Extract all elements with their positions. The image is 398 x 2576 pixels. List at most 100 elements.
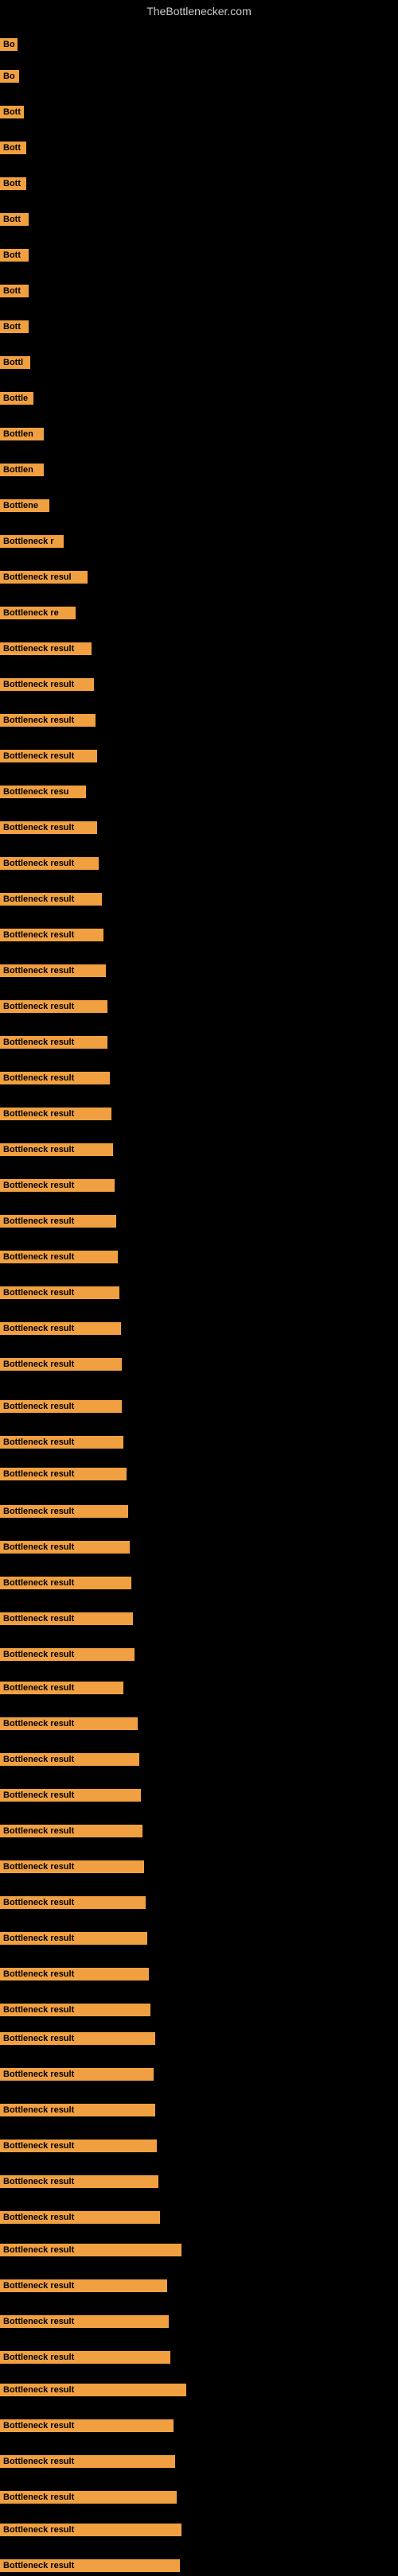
- bottleneck-item: Bottleneck result: [0, 642, 92, 659]
- bottleneck-label: Bottleneck result: [0, 929, 103, 941]
- bottleneck-label: Bottleneck result: [0, 1860, 144, 1873]
- bottleneck-label: Bo: [0, 38, 18, 51]
- bottleneck-label: Bottleneck result: [0, 1000, 107, 1013]
- bottleneck-item: Bottleneck result: [0, 1648, 135, 1665]
- bottleneck-label: Bott: [0, 106, 24, 118]
- bottleneck-label: Bott: [0, 249, 29, 262]
- bottleneck-item: Bottleneck result: [0, 1108, 111, 1124]
- bottleneck-item: Bottleneck result: [0, 2279, 167, 2296]
- bottleneck-label: Bottleneck result: [0, 2004, 150, 2016]
- bottleneck-item: Bottleneck result: [0, 2559, 180, 2576]
- bottleneck-item: Bottleneck result: [0, 1896, 146, 1913]
- bottleneck-item: Bottleneck result: [0, 2384, 186, 2400]
- bottleneck-item: Bottleneck result: [0, 1251, 118, 1267]
- bottleneck-label: Bottleneck result: [0, 750, 97, 762]
- bottleneck-label: Bottleneck result: [0, 1179, 115, 1192]
- bottleneck-item: Bottleneck result: [0, 964, 106, 981]
- bottleneck-item: Bottleneck result: [0, 2455, 175, 2472]
- bottleneck-label: Bottl: [0, 356, 30, 369]
- bottleneck-item: Bottleneck result: [0, 1612, 133, 1629]
- bottleneck-item: Bottleneck result: [0, 2491, 177, 2508]
- bottleneck-label: Bottleneck resul: [0, 571, 88, 584]
- bottleneck-item: Bottleneck result: [0, 1968, 149, 1984]
- bottleneck-label: Bottleneck result: [0, 1682, 123, 1694]
- bottleneck-label: Bottleneck result: [0, 1436, 123, 1449]
- bottleneck-label: Bottleneck result: [0, 1358, 122, 1371]
- bottleneck-item: Bottleneck result: [0, 2032, 155, 2049]
- bottleneck-item: Bottleneck result: [0, 678, 94, 695]
- bottleneck-item: Bottleneck result: [0, 1505, 128, 1522]
- bottleneck-label: Bottleneck result: [0, 1789, 141, 1802]
- bottleneck-item: Bottleneck result: [0, 821, 97, 838]
- bottleneck-label: Bottleneck result: [0, 1932, 147, 1945]
- bottleneck-item: Bottleneck result: [0, 1436, 123, 1453]
- bottleneck-item: Bottleneck result: [0, 2419, 174, 2436]
- bottleneck-item: Bottleneck result: [0, 1932, 147, 1949]
- bottleneck-item: Bottleneck result: [0, 1789, 141, 1806]
- bottleneck-label: Bottlen: [0, 428, 44, 440]
- bottleneck-item: Bottleneck re: [0, 607, 76, 623]
- bottleneck-item: Bottleneck result: [0, 2004, 150, 2020]
- bottleneck-label: Bottleneck result: [0, 1505, 128, 1518]
- bottleneck-label: Bottleneck result: [0, 1322, 121, 1335]
- bottleneck-item: Bottleneck result: [0, 2140, 157, 2156]
- bottleneck-item: Bottleneck result: [0, 750, 97, 766]
- bottleneck-label: Bottleneck result: [0, 1215, 116, 1228]
- bottleneck-item: Bottleneck result: [0, 893, 102, 910]
- bottleneck-label: Bottleneck result: [0, 1896, 146, 1909]
- bottleneck-label: Bottlen: [0, 464, 44, 476]
- bottleneck-item: Bottleneck result: [0, 1286, 119, 1303]
- bottleneck-item: Bott: [0, 249, 29, 266]
- bottleneck-label: Bott: [0, 177, 26, 190]
- bottleneck-label: Bottleneck result: [0, 1825, 142, 1837]
- bottleneck-item: Bo: [0, 70, 19, 87]
- bottleneck-item: Bott: [0, 106, 24, 122]
- bottleneck-item: Bottlen: [0, 464, 44, 480]
- bottleneck-label: Bottleneck resu: [0, 786, 86, 798]
- bottleneck-item: Bottleneck result: [0, 2211, 160, 2228]
- bottleneck-item: Bottleneck result: [0, 1179, 115, 1196]
- bottleneck-label: Bottleneck result: [0, 1400, 122, 1413]
- bottleneck-item: Bottleneck result: [0, 2068, 154, 2085]
- bottleneck-label: Bottleneck result: [0, 893, 102, 906]
- bottleneck-item: Bott: [0, 320, 29, 337]
- bottleneck-label: Bottleneck result: [0, 2104, 155, 2116]
- bottleneck-label: Bottleneck result: [0, 1753, 139, 1766]
- bottleneck-item: Bottleneck result: [0, 1825, 142, 1841]
- bottleneck-label: Bottleneck result: [0, 821, 97, 834]
- bottleneck-item: Bottleneck result: [0, 1215, 116, 1232]
- bottleneck-label: Bottleneck result: [0, 1143, 113, 1156]
- bottleneck-label: Bottleneck result: [0, 1612, 133, 1625]
- bottleneck-label: Bottleneck result: [0, 714, 96, 727]
- bottleneck-label: Bottleneck result: [0, 2384, 186, 2396]
- bottleneck-label: Bott: [0, 142, 26, 154]
- bottleneck-item: Bottleneck result: [0, 1358, 122, 1375]
- bottleneck-item: Bottleneck result: [0, 1577, 131, 1593]
- bottleneck-item: Bottleneck r: [0, 535, 64, 552]
- bottleneck-item: Bott: [0, 142, 26, 158]
- site-title: TheBottlenecker.com: [0, 0, 398, 21]
- bottleneck-item: Bottleneck result: [0, 2244, 181, 2260]
- bottleneck-label: Bottleneck result: [0, 857, 99, 870]
- bottleneck-item: Bottle: [0, 392, 33, 409]
- bottleneck-item: Bottleneck result: [0, 1400, 122, 1417]
- bottleneck-item: Bottleneck result: [0, 2351, 170, 2368]
- bottleneck-label: Bottleneck result: [0, 2491, 177, 2504]
- bottleneck-item: Bottleneck result: [0, 2524, 181, 2540]
- bottleneck-label: Bott: [0, 285, 29, 297]
- bottleneck-label: Bottleneck result: [0, 2211, 160, 2224]
- bottleneck-label: Bottlene: [0, 499, 49, 512]
- bottleneck-item: Bottleneck result: [0, 1143, 113, 1160]
- bottleneck-label: Bottleneck result: [0, 1648, 135, 1661]
- bottleneck-item: Bottleneck result: [0, 1541, 130, 1558]
- bottleneck-item: Bottl: [0, 356, 30, 373]
- bottleneck-label: Bottleneck result: [0, 2140, 157, 2152]
- bottleneck-label: Bottleneck r: [0, 535, 64, 548]
- bottleneck-label: Bottleneck result: [0, 2315, 169, 2328]
- bottleneck-item: Bo: [0, 38, 18, 55]
- bottleneck-label: Bottleneck result: [0, 2419, 174, 2432]
- bottleneck-item: Bottleneck result: [0, 1036, 107, 1053]
- bottleneck-item: Bott: [0, 213, 29, 230]
- bottleneck-label: Bottleneck result: [0, 1072, 110, 1084]
- bottleneck-item: Bottleneck result: [0, 1000, 107, 1017]
